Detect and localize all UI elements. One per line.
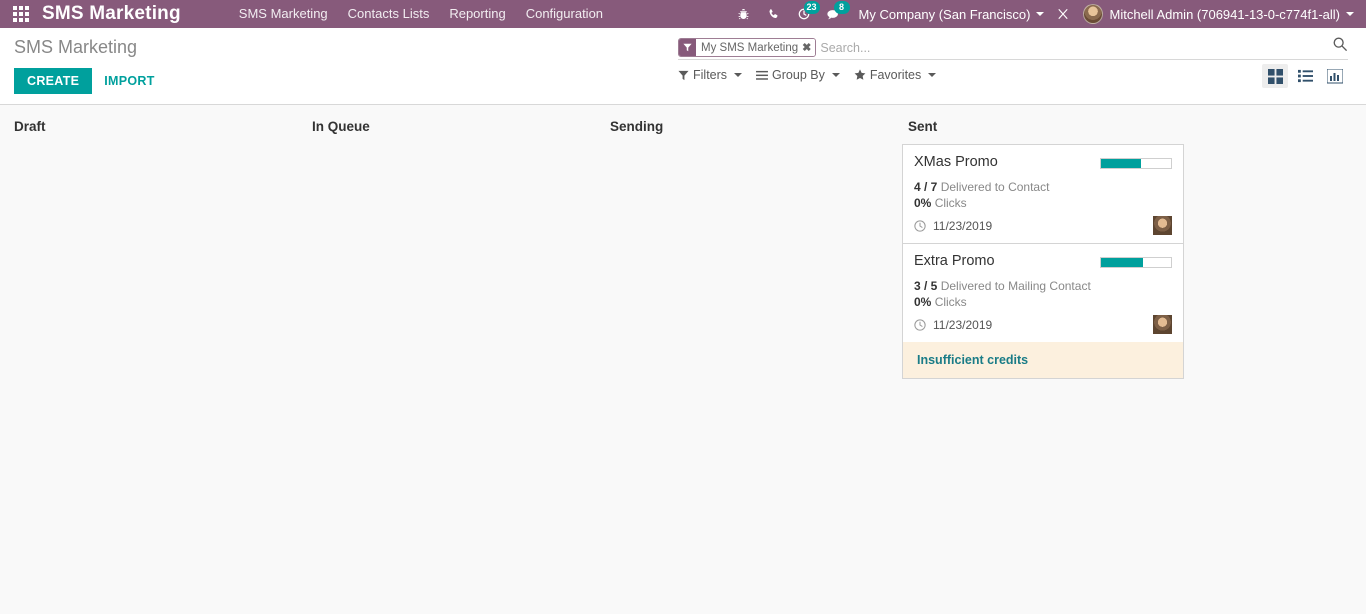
menu-item-configuration[interactable]: Configuration xyxy=(516,0,613,28)
navbar-right-tools: 23 8 My Company (San Francisco) Mitchell… xyxy=(729,0,1360,28)
chevron-down-icon xyxy=(734,73,742,77)
company-switcher[interactable]: My Company (San Francisco) xyxy=(849,7,1052,22)
search-area: My SMS Marketing ✖ xyxy=(678,36,1348,60)
delivered-stat: 4 / 7 Delivered to Contact xyxy=(914,179,1172,195)
page-title: SMS Marketing xyxy=(14,37,137,58)
clicks-percent: 0% xyxy=(914,196,931,210)
delivery-progress-bar xyxy=(1100,257,1172,268)
chevron-down-icon xyxy=(1346,12,1354,16)
star-icon xyxy=(854,69,866,81)
search-icon[interactable] xyxy=(1332,36,1348,56)
delivered-count: 4 / 7 xyxy=(914,180,937,194)
control-panel: SMS Marketing CREATE IMPORT My SMS Marke… xyxy=(0,28,1366,105)
search-input[interactable] xyxy=(820,38,1348,57)
kanban-card-title: XMas Promo xyxy=(914,154,998,170)
clicks-label: Clicks xyxy=(935,196,967,210)
kanban-card-stats: 3 / 5 Delivered to Mailing Contact 0% Cl… xyxy=(914,278,1172,310)
menu-item-sms-marketing[interactable]: SMS Marketing xyxy=(229,0,338,28)
progress-fill xyxy=(1101,159,1141,168)
avatar[interactable] xyxy=(1153,216,1172,235)
phone-icon[interactable] xyxy=(759,0,789,28)
chevron-down-icon xyxy=(832,73,840,77)
kanban-card[interactable]: XMas Promo 4 / 7 Delivered to Contact 0%… xyxy=(902,144,1184,243)
clicks-percent: 0% xyxy=(914,295,931,309)
filter-funnel-icon xyxy=(678,70,689,81)
search-row: My SMS Marketing ✖ xyxy=(678,36,1348,60)
activities-clock-icon[interactable]: 23 xyxy=(789,0,819,28)
kanban-column-in-queue: In Queue xyxy=(298,105,596,614)
top-navbar: SMS Marketing SMS Marketing Contacts Lis… xyxy=(0,0,1366,28)
favorites-dropdown[interactable]: Favorites xyxy=(854,68,936,82)
close-scissors-icon[interactable] xyxy=(1051,0,1075,28)
progress-fill xyxy=(1101,258,1143,267)
schedule-date: 11/23/2019 xyxy=(933,318,992,332)
chevron-down-icon xyxy=(1036,12,1044,16)
delivered-label: Delivered to Mailing Contact xyxy=(941,279,1091,293)
control-panel-buttons: CREATE IMPORT xyxy=(14,68,157,94)
user-menu[interactable]: Mitchell Admin (706941-13-0-c774f1-all) xyxy=(1075,4,1360,24)
search-dropdown-row: Filters Group By Favorites xyxy=(678,68,936,82)
delivered-label: Delivered to Contact xyxy=(941,180,1050,194)
user-name-label: Mitchell Admin (706941-13-0-c774f1-all) xyxy=(1109,7,1340,22)
clock-icon xyxy=(914,319,926,331)
kanban-column-sent: Sent XMas Promo 4 / 7 Delivered to Conta… xyxy=(894,105,1192,614)
delivered-stat: 3 / 5 Delivered to Mailing Contact xyxy=(914,278,1172,294)
filter-funnel-icon xyxy=(679,39,696,56)
kanban-card-title: Extra Promo xyxy=(914,253,995,269)
bug-icon[interactable] xyxy=(729,0,759,28)
kanban-icon xyxy=(1268,69,1283,84)
search-facet-label: My SMS Marketing xyxy=(701,42,798,54)
messages-chat-icon[interactable]: 8 xyxy=(819,0,849,28)
clicks-stat: 0% Clicks xyxy=(914,294,1172,310)
avatar[interactable] xyxy=(1153,315,1172,334)
menu-item-reporting[interactable]: Reporting xyxy=(439,0,515,28)
import-button[interactable]: IMPORT xyxy=(102,68,156,94)
kanban-column-draft: Draft xyxy=(0,105,298,614)
company-label: My Company (San Francisco) xyxy=(859,7,1031,22)
avatar xyxy=(1083,4,1103,24)
group-by-dropdown[interactable]: Group By xyxy=(756,68,840,82)
activities-badge: 23 xyxy=(804,1,820,14)
view-switcher xyxy=(1262,64,1348,88)
messages-badge: 8 xyxy=(834,1,850,14)
group-by-label: Group By xyxy=(772,68,825,82)
kanban-column-title[interactable]: Draft xyxy=(8,105,290,144)
clicks-label: Clicks xyxy=(935,295,967,309)
view-list-button[interactable] xyxy=(1292,64,1318,88)
list-icon xyxy=(1298,69,1313,83)
menu-item-contacts-lists[interactable]: Contacts Lists xyxy=(338,0,440,28)
favorites-label: Favorites xyxy=(870,68,921,82)
search-facet-my-sms-marketing[interactable]: My SMS Marketing ✖ xyxy=(678,38,816,57)
facet-remove-icon[interactable]: ✖ xyxy=(802,41,811,54)
kanban-column-title[interactable]: Sending xyxy=(604,105,886,144)
clock-icon xyxy=(914,220,926,232)
view-kanban-button[interactable] xyxy=(1262,64,1288,88)
kanban-column-sending: Sending xyxy=(596,105,894,614)
list-lines-icon xyxy=(756,70,768,81)
schedule-date: 11/23/2019 xyxy=(933,219,992,233)
filters-label: Filters xyxy=(693,68,727,82)
kanban-card[interactable]: Extra Promo 3 / 5 Delivered to Mailing C… xyxy=(902,243,1184,379)
filters-dropdown[interactable]: Filters xyxy=(678,68,742,82)
bar-chart-icon xyxy=(1327,69,1343,84)
delivery-progress-bar xyxy=(1100,158,1172,169)
create-button[interactable]: CREATE xyxy=(14,68,92,94)
chevron-down-icon xyxy=(928,73,936,77)
main-menu: SMS Marketing Contacts Lists Reporting C… xyxy=(229,0,613,28)
kanban-board: Draft In Queue Sending Sent XMas Promo 4… xyxy=(0,105,1366,614)
clicks-stat: 0% Clicks xyxy=(914,195,1172,211)
kanban-card-stats: 4 / 7 Delivered to Contact 0% Clicks xyxy=(914,179,1172,211)
insufficient-credits-alert[interactable]: Insufficient credits xyxy=(903,342,1183,378)
kanban-column-title[interactable]: In Queue xyxy=(306,105,588,144)
app-brand-title: SMS Marketing xyxy=(42,3,181,25)
view-graph-button[interactable] xyxy=(1322,64,1348,88)
apps-grid-icon xyxy=(13,6,29,22)
kanban-column-title[interactable]: Sent xyxy=(902,105,1184,144)
apps-menu-button[interactable] xyxy=(0,0,42,28)
delivered-count: 3 / 5 xyxy=(914,279,937,293)
